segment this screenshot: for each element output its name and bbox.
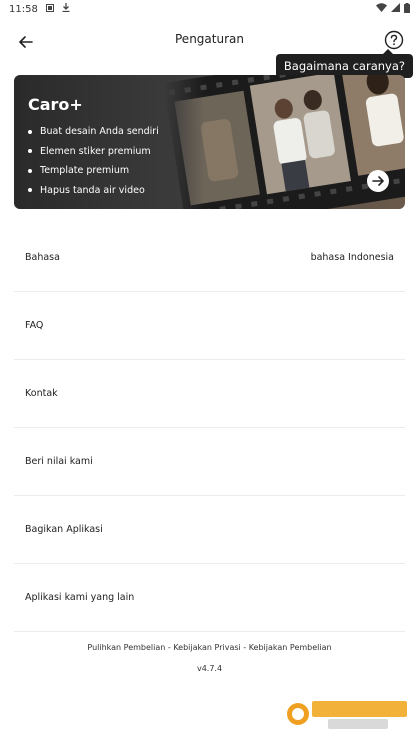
setting-faq[interactable]: FAQ xyxy=(14,292,405,360)
banner-next-button[interactable] xyxy=(367,170,389,192)
banner-feature: Elemen stiker premium xyxy=(28,142,159,162)
notification-icon xyxy=(45,3,54,15)
app-version: v4.7.4 xyxy=(196,664,223,673)
help-button[interactable] xyxy=(383,29,405,51)
banner-feature: Hapus tanda air video xyxy=(28,181,159,201)
wifi-icon xyxy=(376,3,387,15)
banner-feature: Template premium xyxy=(28,161,159,181)
battery-icon xyxy=(404,2,410,16)
setting-language[interactable]: Bahasa bahasa Indonesia xyxy=(14,224,405,292)
banner-feature-list: Buat desain Anda sendiri Elemen stiker p… xyxy=(28,122,159,200)
status-time: 11:58 xyxy=(9,3,38,15)
caro-plus-banner[interactable]: Caro+ Buat desain Anda sendiri Elemen st… xyxy=(14,75,405,209)
page-title: Pengaturan xyxy=(175,32,244,46)
setting-value: bahasa Indonesia xyxy=(310,252,394,263)
site-watermark xyxy=(284,694,413,734)
setting-contact[interactable]: Kontak xyxy=(14,360,405,428)
setting-other-apps[interactable]: Aplikasi kami yang lain xyxy=(14,564,405,632)
setting-label: Beri nilai kami xyxy=(25,456,93,467)
banner-feature: Buat desain Anda sendiri xyxy=(28,122,159,142)
setting-share-app[interactable]: Bagikan Aplikasi xyxy=(14,496,405,564)
settings-list: Bahasa bahasa Indonesia FAQ Kontak Beri … xyxy=(14,224,405,632)
setting-rate-us[interactable]: Beri nilai kami xyxy=(14,428,405,496)
status-bar: 11:58 xyxy=(0,0,419,18)
setting-label: Kontak xyxy=(25,388,58,399)
setting-label: Aplikasi kami yang lain xyxy=(25,592,135,603)
download-icon xyxy=(62,3,70,15)
question-circle-icon xyxy=(384,30,404,50)
footer-links[interactable]: Pulihkan Pembelian - Kebijakan Privasi -… xyxy=(0,643,419,652)
arrow-right-icon xyxy=(372,176,384,186)
banner-title: Caro+ xyxy=(28,95,83,114)
setting-label: FAQ xyxy=(25,320,44,331)
watermark-logo xyxy=(284,694,413,734)
setting-label: Bagikan Aplikasi xyxy=(25,524,103,535)
setting-label: Bahasa xyxy=(25,252,60,263)
signal-icon xyxy=(391,3,400,15)
banner-photo-strip xyxy=(163,75,405,209)
film-strip-image xyxy=(163,75,405,209)
